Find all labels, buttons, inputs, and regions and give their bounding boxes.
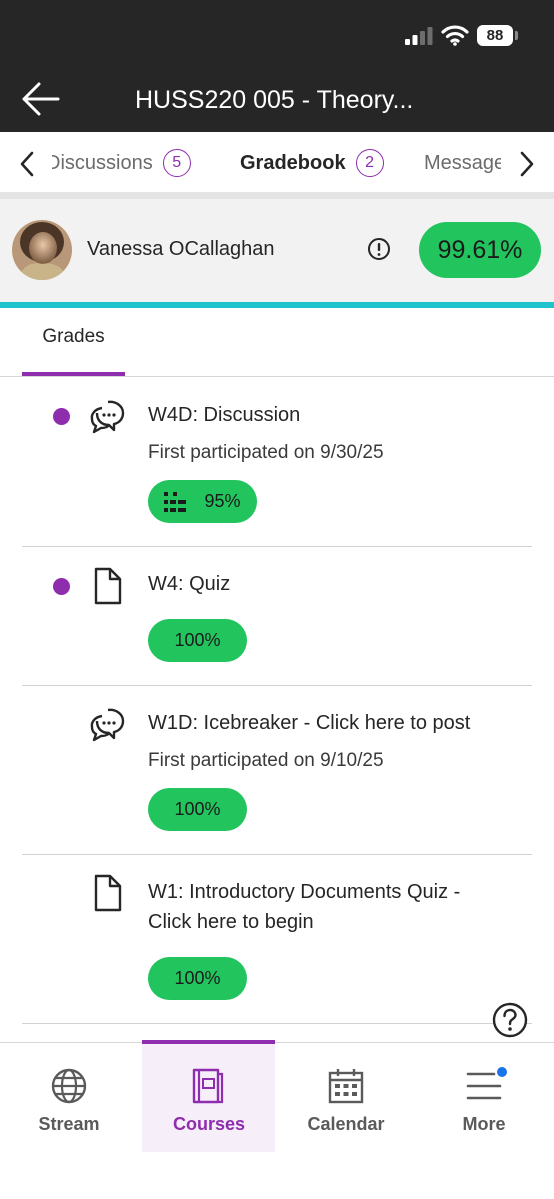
grade-pill[interactable]: 95% bbox=[148, 480, 257, 523]
more-icon bbox=[466, 1067, 507, 1100]
nav-active-indicator bbox=[142, 1040, 275, 1044]
discussions-count-badge: 5 bbox=[162, 149, 191, 177]
grade-pill[interactable]: 100% bbox=[148, 788, 247, 831]
avatar[interactable] bbox=[12, 220, 72, 280]
nav-courses-label: Courses bbox=[172, 1114, 246, 1134]
nav-more[interactable]: More bbox=[417, 1042, 551, 1152]
student-name: Vanessa OCallaghan bbox=[87, 238, 275, 260]
tab-gradebook-label: Gradebook bbox=[240, 151, 346, 174]
grade-value: 100% bbox=[174, 799, 221, 819]
back-arrow-icon[interactable] bbox=[20, 80, 60, 118]
tabs-divider bbox=[0, 192, 554, 199]
grade-item-title: W4D: Discussion bbox=[148, 404, 301, 426]
chevron-right-icon[interactable] bbox=[517, 150, 537, 178]
battery-nub bbox=[515, 31, 518, 40]
nav-calendar-label: Calendar bbox=[307, 1114, 385, 1134]
wifi-icon bbox=[441, 25, 469, 46]
discussion-icon bbox=[90, 400, 125, 434]
nav-calendar[interactable]: Calendar bbox=[279, 1042, 413, 1152]
item-separator bbox=[22, 854, 532, 855]
nav-stream-label: Stream bbox=[38, 1114, 100, 1134]
notification-dot bbox=[497, 1067, 507, 1077]
grade-item-w1-quiz[interactable]: W1: Introductory Documents Quiz - Click … bbox=[0, 862, 554, 1022]
battery-icon: 88 bbox=[477, 25, 513, 46]
tab-discussions[interactable]: Discussions 5 bbox=[52, 146, 204, 180]
unread-dot bbox=[53, 408, 70, 425]
nav-stream[interactable]: Stream bbox=[2, 1042, 136, 1152]
calendar-icon bbox=[328, 1069, 364, 1104]
item-separator bbox=[22, 1023, 532, 1024]
tab-grades[interactable]: Grades bbox=[22, 326, 125, 348]
document-icon bbox=[94, 874, 122, 912]
tab-messages[interactable]: Messages bbox=[424, 146, 501, 180]
overall-grade-pill[interactable]: 99.61% bbox=[419, 222, 541, 278]
gradebook-count-badge: 2 bbox=[355, 149, 384, 177]
grade-item-w4-quiz[interactable]: W4: Quiz 100% bbox=[0, 555, 554, 685]
grade-item-title: W1: Introductory Documents Quiz - Click … bbox=[148, 881, 461, 933]
grade-value: 95% bbox=[204, 491, 241, 511]
status-time: 9:15 bbox=[66, 22, 117, 49]
grade-item-w4d[interactable]: W4D: Discussion First participated on 9/… bbox=[0, 385, 554, 545]
chevron-left-icon[interactable] bbox=[17, 150, 37, 178]
grade-value: 100% bbox=[174, 630, 221, 650]
alert-icon[interactable] bbox=[367, 237, 391, 261]
nav-courses[interactable]: Courses bbox=[142, 1042, 275, 1152]
grades-tab-rule bbox=[0, 376, 554, 377]
grade-item-w1d[interactable]: W1D: Icebreaker - Click here to post Fir… bbox=[0, 693, 554, 853]
help-icon[interactable] bbox=[491, 1001, 529, 1039]
rubric-icon bbox=[164, 491, 187, 512]
course-title: HUSS220 005 - Theory... bbox=[135, 86, 414, 114]
student-accent-rule bbox=[0, 302, 554, 308]
grade-pill[interactable]: 100% bbox=[148, 619, 247, 662]
grade-item-title: W1D: Icebreaker - Click here to post bbox=[148, 712, 471, 734]
item-separator bbox=[22, 546, 532, 547]
unread-dot bbox=[53, 578, 70, 595]
grade-item-subtitle: First participated on 9/30/25 bbox=[148, 442, 384, 463]
document-icon bbox=[94, 567, 122, 605]
tab-messages-label: Messages bbox=[424, 151, 501, 174]
nav-more-label: More bbox=[462, 1114, 506, 1134]
globe-icon bbox=[51, 1068, 87, 1104]
grade-value: 100% bbox=[174, 968, 221, 988]
item-separator bbox=[22, 685, 532, 686]
tab-discussions-label: Discussions bbox=[52, 151, 153, 174]
grade-item-title: W4: Quiz bbox=[148, 573, 231, 595]
grade-pill[interactable]: 100% bbox=[148, 957, 247, 1000]
discussion-icon bbox=[90, 708, 125, 742]
grade-item-subtitle: First participated on 9/10/25 bbox=[148, 750, 384, 771]
tab-gradebook[interactable]: Gradebook 2 bbox=[240, 146, 384, 180]
cellular-signal-icon bbox=[405, 27, 433, 45]
courses-icon bbox=[192, 1068, 224, 1104]
